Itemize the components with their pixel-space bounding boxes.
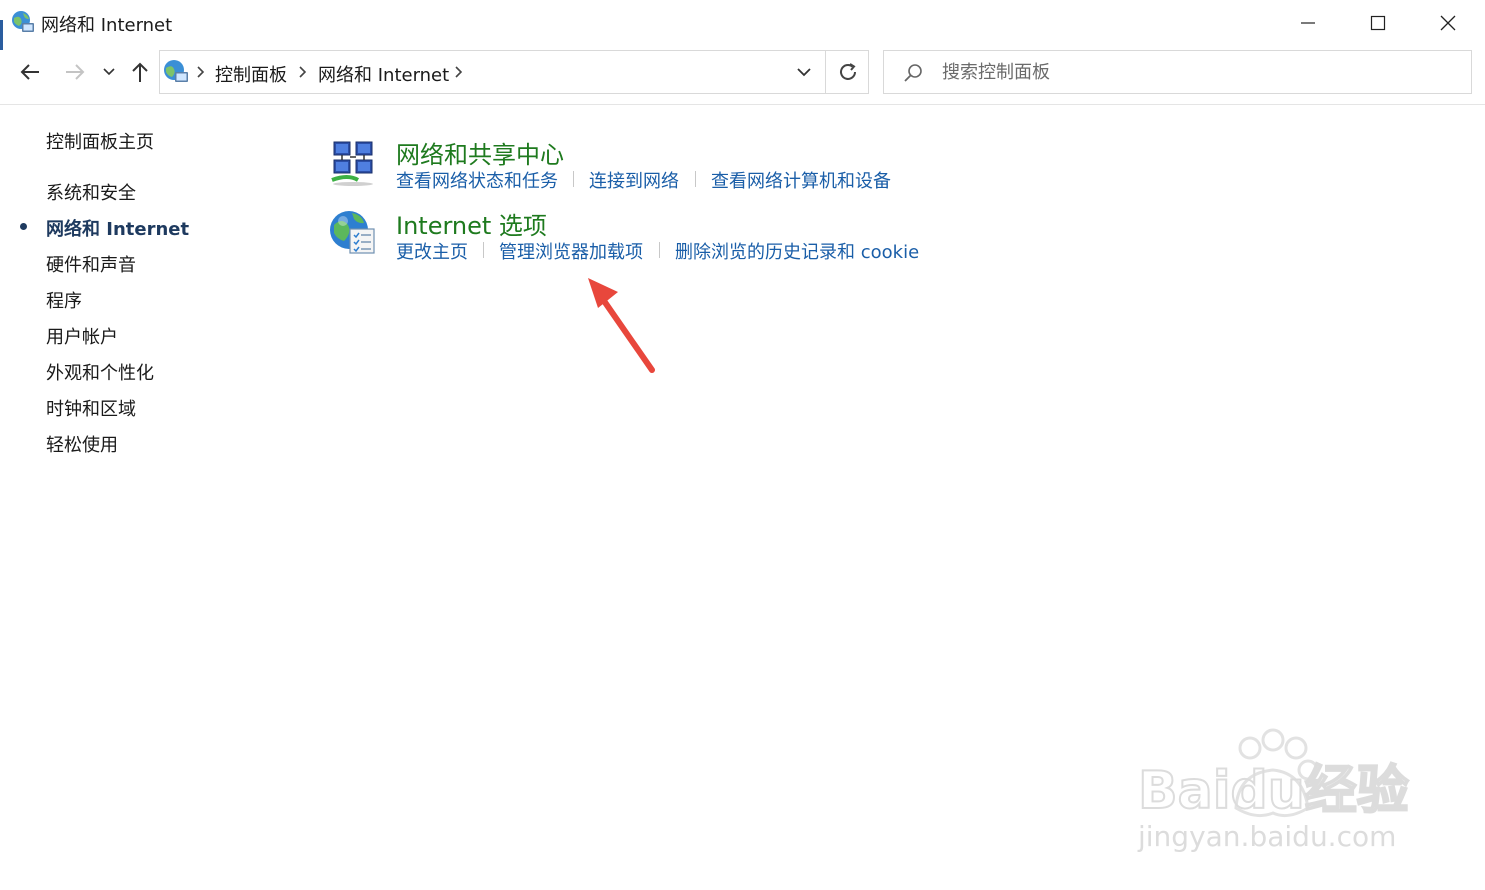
minimize-button[interactable] <box>1273 0 1343 46</box>
refresh-button[interactable] <box>825 51 870 93</box>
internet-options-icon[interactable] <box>328 207 378 257</box>
active-item-bullet <box>20 223 27 230</box>
annotation-arrow-icon <box>588 278 655 373</box>
network-globe-icon <box>12 11 34 32</box>
arrow-right-icon <box>66 64 85 80</box>
delete-browsing-history-link[interactable]: 删除浏览的历史记录和 cookie <box>675 238 919 264</box>
sidebar-item-programs[interactable]: 程序 <box>46 287 82 313</box>
chevron-down-icon <box>797 68 811 77</box>
link-separator <box>659 242 660 258</box>
view-network-status-link[interactable]: 查看网络状态和任务 <box>396 167 558 193</box>
breadcrumb-network-internet[interactable]: 网络和 Internet <box>318 61 449 87</box>
window-title: 网络和 Internet <box>41 15 173 36</box>
view-network-computers-link[interactable]: 查看网络计算机和设备 <box>711 167 891 193</box>
chevron-right-icon[interactable] <box>296 63 310 81</box>
address-dropdown-button[interactable] <box>784 51 824 93</box>
sidebar-item-clock-region[interactable]: 时钟和区域 <box>46 395 136 421</box>
navigation-bar: 控制面板 网络和 Internet <box>0 46 1485 104</box>
minimize-icon <box>1301 22 1315 24</box>
search-input[interactable] <box>942 52 1442 92</box>
sidebar-item-appearance[interactable]: 外观和个性化 <box>46 359 154 385</box>
link-separator <box>695 171 696 187</box>
connect-to-network-link[interactable]: 连接到网络 <box>589 167 679 193</box>
watermark-url: jingyan.baidu.com <box>1138 820 1397 853</box>
sidebar-item-network-internet[interactable]: 网络和 Internet <box>46 215 189 241</box>
control-panel-window: 网络和 Internet 控制面板 网络和 Internet 搜索控制面板 控制… <box>0 0 1485 890</box>
up-button[interactable] <box>125 54 155 90</box>
link-separator <box>573 171 574 187</box>
refresh-icon <box>840 63 856 80</box>
close-icon <box>1440 15 1456 31</box>
sidebar-item-control-panel-home[interactable]: 控制面板主页 <box>46 128 154 154</box>
close-button[interactable] <box>1413 0 1483 46</box>
chevron-right-icon[interactable] <box>452 63 466 81</box>
control-panel-icon <box>164 60 188 82</box>
back-button[interactable] <box>15 54 45 90</box>
forward-button[interactable] <box>60 54 90 90</box>
sidebar-item-hardware-sound[interactable]: 硬件和声音 <box>46 251 136 277</box>
manage-addons-link[interactable]: 管理浏览器加载项 <box>499 238 643 264</box>
title-bar: 网络和 Internet <box>0 0 1485 46</box>
change-homepage-link[interactable]: 更改主页 <box>396 238 468 264</box>
arrow-left-icon <box>20 64 39 80</box>
search-icon <box>904 64 922 82</box>
sidebar-item-ease-of-access[interactable]: 轻松使用 <box>46 431 118 457</box>
network-sharing-icon[interactable] <box>328 138 378 188</box>
maximize-button[interactable] <box>1343 0 1413 46</box>
header-divider <box>0 104 1485 105</box>
sidebar-item-user-accounts[interactable]: 用户帐户 <box>46 323 118 349</box>
address-bar[interactable]: 控制面板 网络和 Internet <box>159 50 869 94</box>
watermark-brand: Baidu经验 <box>1138 761 1409 821</box>
chevron-right-icon <box>197 66 205 78</box>
search-box[interactable] <box>883 50 1472 94</box>
maximize-icon <box>1370 15 1386 31</box>
sidebar-item-system-security[interactable]: 系统和安全 <box>46 179 136 205</box>
recent-locations-button[interactable] <box>97 54 121 90</box>
internet-options-title[interactable]: Internet 选项 <box>396 206 547 241</box>
arrow-up-icon <box>132 62 148 82</box>
link-separator <box>483 242 484 258</box>
chevron-down-icon <box>103 68 115 76</box>
network-sharing-center-title[interactable]: 网络和共享中心 <box>396 135 564 170</box>
breadcrumb-control-panel[interactable]: 控制面板 <box>215 61 287 87</box>
